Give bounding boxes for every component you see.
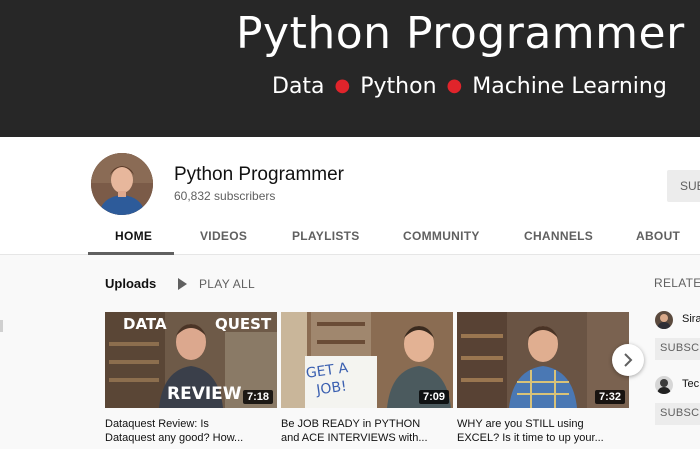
video-duration: 7:32: [594, 390, 625, 404]
channel-name[interactable]: Python Programmer: [174, 164, 344, 186]
banner-tagline-item: Machine Learning: [472, 74, 667, 99]
tab-community[interactable]: COMMUNITY: [403, 229, 480, 243]
avatar-portrait-icon: [91, 153, 153, 215]
channel-tabs: HOME VIDEOS PLAYLISTS COMMUNITY CHANNELS…: [88, 219, 700, 255]
avatar-icon: [655, 376, 673, 394]
play-all-label: PLAY ALL: [199, 277, 256, 291]
bullet-dot-icon: ●: [446, 75, 463, 96]
tab-about[interactable]: ABOUT: [636, 229, 680, 243]
video-duration: 7:18: [242, 390, 273, 404]
video-thumbnail[interactable]: GET A JOB! 7:09: [281, 312, 453, 408]
banner-tagline: Data ● Python ● Machine Learning: [272, 74, 667, 99]
subscriber-count: 60,832 subscribers: [174, 189, 276, 203]
tab-channels[interactable]: CHANNELS: [524, 229, 593, 243]
subscribe-button[interactable]: SUBSCRIBE: [667, 170, 700, 202]
channel-header: Python Programmer 60,832 subscribers SUB…: [0, 137, 700, 255]
thumbnail-caption: DATA: [123, 315, 167, 333]
related-subscribe-button[interactable]: SUBSC: [655, 338, 700, 360]
video-duration: 7:09: [418, 390, 449, 404]
video-thumbnail[interactable]: DATA QUEST REVIEW 7:18: [105, 312, 277, 408]
shelf-next-button[interactable]: [612, 344, 644, 376]
related-channel-avatar[interactable]: [655, 311, 673, 329]
play-icon: [178, 278, 187, 290]
related-subscribe-button[interactable]: SUBSC: [655, 403, 700, 425]
bullet-dot-icon: ●: [334, 75, 351, 96]
chevron-right-icon: [624, 353, 633, 367]
avatar-icon: [655, 311, 673, 329]
active-tab-indicator: [88, 252, 174, 255]
thumbnail-caption: QUEST: [215, 315, 272, 333]
video-thumbnail[interactable]: 7:32: [457, 312, 629, 408]
banner-tagline-item: Python: [360, 74, 437, 99]
video-title[interactable]: Dataquest Review: Is Dataquest any good?…: [105, 417, 277, 445]
channel-avatar[interactable]: [91, 153, 153, 215]
related-channel-name[interactable]: Tec: [682, 378, 699, 390]
tab-playlists[interactable]: PLAYLISTS: [292, 229, 360, 243]
related-channel-name[interactable]: Sira: [682, 313, 700, 325]
channel-banner: Python Programmer Data ● Python ● Machine Le…: [0, 0, 700, 137]
uploads-shelf-title[interactable]: Uploads: [105, 276, 156, 291]
related-channels-title: RELATED: [654, 276, 700, 290]
banner-title: Python Programmer: [236, 8, 685, 59]
youtube-channel-page: Python Programmer Data ● Python ● Machine Le…: [0, 0, 700, 449]
tab-home[interactable]: HOME: [115, 229, 152, 243]
tab-videos[interactable]: VIDEOS: [200, 229, 247, 243]
video-title[interactable]: Be JOB READY in PYTHON and ACE INTERVIEW…: [281, 417, 453, 445]
thumbnail-caption: REVIEW: [167, 384, 242, 404]
scroll-edge: [0, 320, 3, 332]
banner-tagline-item: Data: [272, 74, 325, 99]
video-title[interactable]: WHY are you STILL using EXCEL? Is it tim…: [457, 417, 629, 445]
related-channel-avatar[interactable]: [655, 376, 673, 394]
